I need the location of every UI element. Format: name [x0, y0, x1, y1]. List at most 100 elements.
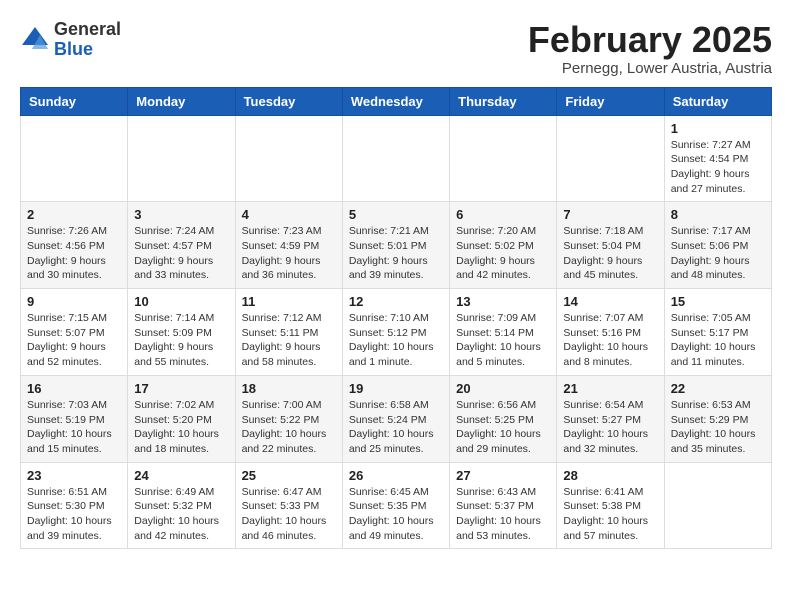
day-number: 2 — [27, 207, 121, 222]
day-info: Sunrise: 6:47 AM Sunset: 5:33 PM Dayligh… — [242, 485, 336, 544]
day-number: 3 — [134, 207, 228, 222]
calendar-cell: 6 Sunrise: 7:20 AM Sunset: 5:02 PM Daylig… — [450, 202, 557, 289]
calendar-cell — [128, 115, 235, 202]
day-number: 6 — [456, 207, 550, 222]
day-number: 4 — [242, 207, 336, 222]
day-info: Sunrise: 7:10 AM Sunset: 5:12 PM Dayligh… — [349, 311, 443, 370]
day-info: Sunrise: 7:12 AM Sunset: 5:11 PM Dayligh… — [242, 311, 336, 370]
logo-general: General — [54, 20, 121, 40]
day-number: 13 — [456, 294, 550, 309]
calendar-cell: 19Sunrise: 6:58 AM Sunset: 5:24 PM Dayli… — [342, 375, 449, 462]
calendar-cell: 23 Sunrise: 6:51 AM Sunset: 5:30 PM Dayli… — [21, 462, 128, 549]
calendar-cell: 22 Sunrise: 6:53 AM Sunset: 5:29 PM Dayli… — [664, 375, 771, 462]
day-number: 16 — [27, 381, 121, 396]
calendar-cell: 12 Sunrise: 7:10 AM Sunset: 5:12 PM Dayli… — [342, 289, 449, 376]
calendar-cell — [557, 115, 664, 202]
calendar-cell: 7 Sunrise: 7:18 AM Sunset: 5:04 PM Daylig… — [557, 202, 664, 289]
calendar-cell: 14 Sunrise: 7:07 AM Sunset: 5:16 PM Dayli… — [557, 289, 664, 376]
day-info: Sunrise: 7:02 AM Sunset: 5:20 PM Dayligh… — [134, 398, 228, 457]
calendar-week-row: 1 Sunrise: 7:27 AM Sunset: 4:54 PM Daylig… — [21, 115, 772, 202]
day-number: 23 — [27, 468, 121, 483]
day-info: Sunrise: 7:07 AM Sunset: 5:16 PM Dayligh… — [563, 311, 657, 370]
day-info: Sunrise: 7:18 AM Sunset: 5:04 PM Dayligh… — [563, 224, 657, 283]
calendar-cell — [664, 462, 771, 549]
day-number: 18 — [242, 381, 336, 396]
location-title: Pernegg, Lower Austria, Austria — [528, 60, 772, 77]
header-thursday: Thursday — [450, 87, 557, 115]
calendar-cell: 15 Sunrise: 7:05 AM Sunset: 5:17 PM Dayli… — [664, 289, 771, 376]
day-number: 12 — [349, 294, 443, 309]
calendar-cell: 4 Sunrise: 7:23 AM Sunset: 4:59 PM Daylig… — [235, 202, 342, 289]
day-info: Sunrise: 7:20 AM Sunset: 5:02 PM Dayligh… — [456, 224, 550, 283]
calendar-cell: 1 Sunrise: 7:27 AM Sunset: 4:54 PM Daylig… — [664, 115, 771, 202]
day-number: 7 — [563, 207, 657, 222]
header-saturday: Saturday — [664, 87, 771, 115]
day-info: Sunrise: 7:14 AM Sunset: 5:09 PM Dayligh… — [134, 311, 228, 370]
calendar-cell: 16 Sunrise: 7:03 AM Sunset: 5:19 PM Dayli… — [21, 375, 128, 462]
day-info: Sunrise: 7:05 AM Sunset: 5:17 PM Dayligh… — [671, 311, 765, 370]
header-friday: Friday — [557, 87, 664, 115]
day-info: Sunrise: 7:00 AM Sunset: 5:22 PM Dayligh… — [242, 398, 336, 457]
day-number: 5 — [349, 207, 443, 222]
logo-icon — [20, 25, 50, 55]
header-sunday: Sunday — [21, 87, 128, 115]
day-number: 14 — [563, 294, 657, 309]
day-info: Sunrise: 6:56 AM Sunset: 5:25 PM Dayligh… — [456, 398, 550, 457]
day-info: Sunrise: 6:54 AM Sunset: 5:27 PM Dayligh… — [563, 398, 657, 457]
day-number: 27 — [456, 468, 550, 483]
day-number: 22 — [671, 381, 765, 396]
calendar-cell — [342, 115, 449, 202]
calendar-cell: 17Sunrise: 7:02 AM Sunset: 5:20 PM Dayli… — [128, 375, 235, 462]
month-year-title: February 2025 — [528, 20, 772, 60]
calendar-cell: 25 Sunrise: 6:47 AM Sunset: 5:33 PM Dayli… — [235, 462, 342, 549]
calendar-cell: 8 Sunrise: 7:17 AM Sunset: 5:06 PM Daylig… — [664, 202, 771, 289]
day-info: Sunrise: 7:24 AM Sunset: 4:57 PM Dayligh… — [134, 224, 228, 283]
calendar-cell — [235, 115, 342, 202]
day-number: 15 — [671, 294, 765, 309]
calendar-cell: 2 Sunrise: 7:26 AM Sunset: 4:56 PM Daylig… — [21, 202, 128, 289]
day-info: Sunrise: 7:17 AM Sunset: 5:06 PM Dayligh… — [671, 224, 765, 283]
day-number: 24 — [134, 468, 228, 483]
calendar-week-row: 16 Sunrise: 7:03 AM Sunset: 5:19 PM Dayli… — [21, 375, 772, 462]
day-number: 10 — [134, 294, 228, 309]
day-info: Sunrise: 7:23 AM Sunset: 4:59 PM Dayligh… — [242, 224, 336, 283]
calendar-cell: 10 Sunrise: 7:14 AM Sunset: 5:09 PM Dayli… — [128, 289, 235, 376]
calendar-header-row: Sunday Monday Tuesday Wednesday Thursday… — [21, 87, 772, 115]
title-area: February 2025 Pernegg, Lower Austria, Au… — [528, 20, 772, 77]
day-number: 1 — [671, 121, 765, 136]
day-info: Sunrise: 6:51 AM Sunset: 5:30 PM Dayligh… — [27, 485, 121, 544]
calendar-cell: 13 Sunrise: 7:09 AM Sunset: 5:14 PM Dayli… — [450, 289, 557, 376]
day-number: 21 — [563, 381, 657, 396]
header-tuesday: Tuesday — [235, 87, 342, 115]
calendar-cell: 5 Sunrise: 7:21 AM Sunset: 5:01 PM Daylig… — [342, 202, 449, 289]
day-info: Sunrise: 6:53 AM Sunset: 5:29 PM Dayligh… — [671, 398, 765, 457]
calendar-cell — [450, 115, 557, 202]
day-number: 26 — [349, 468, 443, 483]
day-info: Sunrise: 6:58 AM Sunset: 5:24 PM Dayligh… — [349, 398, 443, 457]
day-info: Sunrise: 7:09 AM Sunset: 5:14 PM Dayligh… — [456, 311, 550, 370]
day-info: Sunrise: 6:49 AM Sunset: 5:32 PM Dayligh… — [134, 485, 228, 544]
page-header: General Blue February 2025 Pernegg, Lowe… — [20, 20, 772, 77]
day-info: Sunrise: 7:26 AM Sunset: 4:56 PM Dayligh… — [27, 224, 121, 283]
header-wednesday: Wednesday — [342, 87, 449, 115]
calendar-week-row: 2 Sunrise: 7:26 AM Sunset: 4:56 PM Daylig… — [21, 202, 772, 289]
calendar-cell: 20Sunrise: 6:56 AM Sunset: 5:25 PM Dayli… — [450, 375, 557, 462]
calendar-cell: 3 Sunrise: 7:24 AM Sunset: 4:57 PM Daylig… — [128, 202, 235, 289]
day-info: Sunrise: 7:03 AM Sunset: 5:19 PM Dayligh… — [27, 398, 121, 457]
calendar-week-row: 23 Sunrise: 6:51 AM Sunset: 5:30 PM Dayli… — [21, 462, 772, 549]
calendar-cell: 27Sunrise: 6:43 AM Sunset: 5:37 PM Dayli… — [450, 462, 557, 549]
calendar-cell — [21, 115, 128, 202]
day-number: 9 — [27, 294, 121, 309]
day-info: Sunrise: 7:27 AM Sunset: 4:54 PM Dayligh… — [671, 138, 765, 197]
calendar-cell: 18 Sunrise: 7:00 AM Sunset: 5:22 PM Dayli… — [235, 375, 342, 462]
day-info: Sunrise: 6:45 AM Sunset: 5:35 PM Dayligh… — [349, 485, 443, 544]
calendar-cell: 28Sunrise: 6:41 AM Sunset: 5:38 PM Dayli… — [557, 462, 664, 549]
logo-blue: Blue — [54, 40, 121, 60]
logo: General Blue — [20, 20, 121, 60]
header-monday: Monday — [128, 87, 235, 115]
calendar-cell: 24 Sunrise: 6:49 AM Sunset: 5:32 PM Dayli… — [128, 462, 235, 549]
calendar-cell: 26 Sunrise: 6:45 AM Sunset: 5:35 PM Dayli… — [342, 462, 449, 549]
day-number: 8 — [671, 207, 765, 222]
day-info: Sunrise: 7:21 AM Sunset: 5:01 PM Dayligh… — [349, 224, 443, 283]
day-number: 25 — [242, 468, 336, 483]
